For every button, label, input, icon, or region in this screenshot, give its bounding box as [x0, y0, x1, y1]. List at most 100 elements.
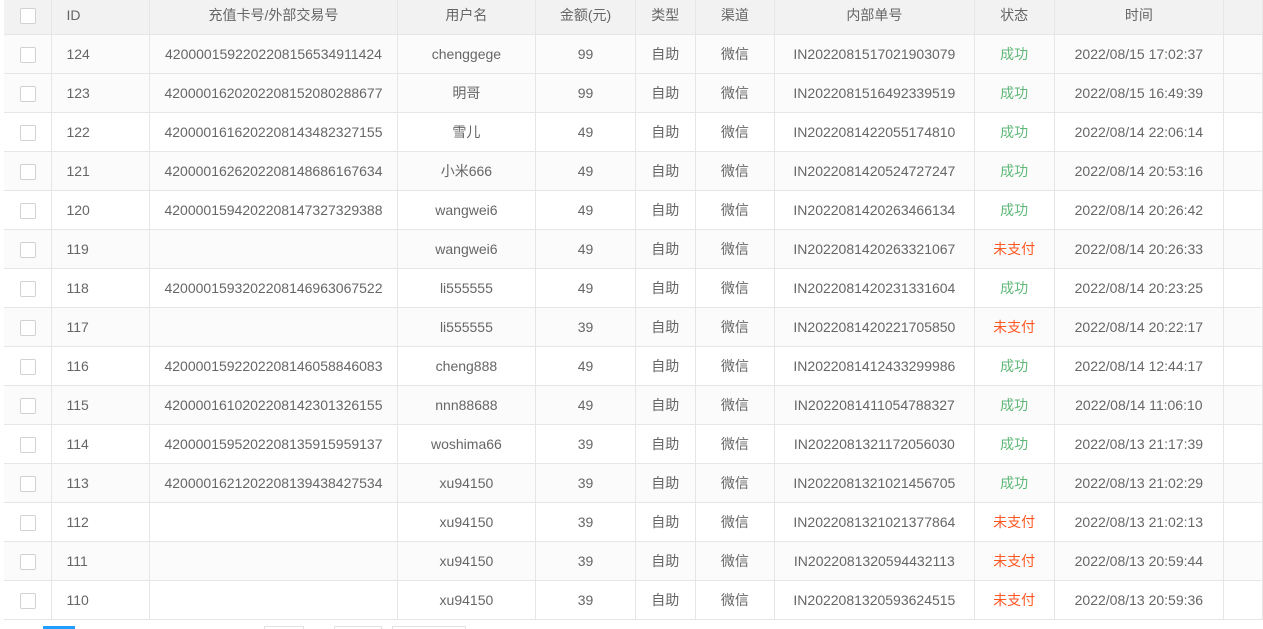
- column-header-username[interactable]: 用户名: [397, 0, 537, 35]
- cell-status: 未支付: [974, 580, 1055, 620]
- select-all-cell[interactable]: [4, 0, 53, 35]
- table-row[interactable]: 124 4200001592202208156534911424 chenggege…: [4, 34, 1263, 74]
- table-row[interactable]: 115 4200001610202208142301326155 nnn88688 4…: [4, 385, 1263, 425]
- cell-status: 成功: [974, 268, 1055, 308]
- cell-username: li555555: [397, 268, 537, 308]
- cell-time: 2022/08/13 21:02:29: [1054, 463, 1225, 503]
- row-select-cell[interactable]: [4, 151, 53, 191]
- row-select-cell[interactable]: [4, 385, 53, 425]
- row-select-cell[interactable]: [4, 502, 53, 542]
- cell-amount: 49: [535, 112, 636, 152]
- cell-id: 124: [51, 34, 151, 74]
- row-select-cell[interactable]: [4, 112, 53, 152]
- row-checkbox[interactable]: [19, 280, 36, 297]
- table-row[interactable]: 110 xu94150 39 自助 微信 IN2022081320593624515 未支付…: [4, 580, 1263, 620]
- cell-internal-order: IN2022081321021456705: [774, 463, 975, 503]
- table-row[interactable]: 122 4200001616202208143482327155 雪儿 49 自助 微信 I…: [4, 112, 1263, 152]
- cell-id: 118: [51, 268, 151, 308]
- cell-external-no: 4200001616202208143482327155: [149, 112, 398, 152]
- row-select-cell[interactable]: [4, 190, 53, 230]
- table-row[interactable]: 116 4200001592202208146058846083 cheng888 4…: [4, 346, 1263, 386]
- row-checkbox[interactable]: [19, 202, 36, 219]
- cell-amount: 39: [535, 307, 636, 347]
- row-select-cell[interactable]: [4, 424, 53, 464]
- cell-id: 117: [51, 307, 151, 347]
- row-checkbox[interactable]: [19, 358, 36, 375]
- table-row[interactable]: 113 4200001621202208139438427534 xu94150 39…: [4, 463, 1263, 503]
- cell-type: 自助: [635, 34, 696, 74]
- cell-id: 119: [51, 229, 151, 269]
- column-header-id[interactable]: ID: [51, 0, 151, 35]
- cell-extra: [1223, 346, 1263, 386]
- row-select-cell[interactable]: [4, 229, 53, 269]
- cell-extra: [1223, 580, 1263, 620]
- row-select-cell[interactable]: [4, 307, 53, 347]
- cell-type: 自助: [635, 268, 696, 308]
- cell-time: 2022/08/15 16:49:39: [1054, 73, 1225, 113]
- cell-extra: [1223, 34, 1263, 74]
- table-body: 124 4200001592202208156534911424 chenggege…: [4, 34, 1263, 620]
- row-select-cell[interactable]: [4, 346, 53, 386]
- cell-amount: 39: [535, 463, 636, 503]
- row-checkbox[interactable]: [19, 436, 36, 453]
- cell-external-no: [149, 229, 398, 269]
- row-checkbox[interactable]: [19, 163, 36, 180]
- row-checkbox[interactable]: [19, 85, 36, 102]
- row-select-cell[interactable]: [4, 463, 53, 503]
- row-select-cell[interactable]: [4, 34, 53, 74]
- recharge-records-table: ID 充值卡号/外部交易号 用户名 金额(元) 类型 渠道 内部单号 状态 时间…: [4, 0, 1263, 620]
- row-checkbox[interactable]: [19, 46, 36, 63]
- cell-external-no: 4200001593202208146963067522: [149, 268, 398, 308]
- cell-internal-order: IN2022081420231331604: [774, 268, 975, 308]
- table-row[interactable]: 112 xu94150 39 自助 微信 IN2022081321021377864 未支付…: [4, 502, 1263, 542]
- row-checkbox[interactable]: [19, 241, 36, 258]
- column-header-extra: [1223, 0, 1263, 35]
- cell-time: 2022/08/13 21:02:13: [1054, 502, 1225, 542]
- cell-username: wangwei6: [397, 229, 537, 269]
- cell-username: xu94150: [397, 580, 537, 620]
- column-header-external-no[interactable]: 充值卡号/外部交易号: [149, 0, 398, 35]
- row-checkbox[interactable]: [19, 319, 36, 336]
- cell-extra: [1223, 385, 1263, 425]
- table-row[interactable]: 114 4200001595202208135915959137 woshima66…: [4, 424, 1263, 464]
- column-header-amount[interactable]: 金额(元): [535, 0, 636, 35]
- cell-username: li555555: [397, 307, 537, 347]
- column-header-status[interactable]: 状态: [974, 0, 1055, 35]
- column-header-type[interactable]: 类型: [635, 0, 696, 35]
- row-select-cell[interactable]: [4, 541, 53, 581]
- cell-internal-order: IN2022081420263466134: [774, 190, 975, 230]
- row-select-cell[interactable]: [4, 268, 53, 308]
- cell-status: 成功: [974, 190, 1055, 230]
- cell-time: 2022/08/13 21:17:39: [1054, 424, 1225, 464]
- row-checkbox[interactable]: [19, 553, 36, 570]
- table-row[interactable]: 121 4200001626202208148686167634 小米666 49 自助…: [4, 151, 1263, 191]
- table-row[interactable]: 111 xu94150 39 自助 微信 IN2022081320594432113 未支付…: [4, 541, 1263, 581]
- cell-external-no: 4200001610202208142301326155: [149, 385, 398, 425]
- cell-id: 112: [51, 502, 151, 542]
- row-checkbox[interactable]: [19, 124, 36, 141]
- row-checkbox[interactable]: [19, 514, 36, 531]
- table-row[interactable]: 120 4200001594202208147327329388 wangwei6 4…: [4, 190, 1263, 230]
- table-row[interactable]: 118 4200001593202208146963067522 li555555 4…: [4, 268, 1263, 308]
- row-select-cell[interactable]: [4, 73, 53, 113]
- row-checkbox[interactable]: [19, 397, 36, 414]
- cell-internal-order: IN2022081321172056030: [774, 424, 975, 464]
- cell-status: 未支付: [974, 229, 1055, 269]
- column-header-channel[interactable]: 渠道: [695, 0, 776, 35]
- table-header-row: ID 充值卡号/外部交易号 用户名 金额(元) 类型 渠道 内部单号 状态 时间: [4, 0, 1263, 35]
- row-select-cell[interactable]: [4, 580, 53, 620]
- select-all-checkbox[interactable]: [19, 7, 36, 24]
- cell-extra: [1223, 424, 1263, 464]
- table-row[interactable]: 123 4200001620202208152080288677 明哥 99 自助 微信 I…: [4, 73, 1263, 113]
- table-row[interactable]: 119 wangwei6 49 自助 微信 IN2022081420263321067 未支…: [4, 229, 1263, 269]
- column-header-internal-order[interactable]: 内部单号: [774, 0, 975, 35]
- row-checkbox[interactable]: [19, 592, 36, 609]
- cell-internal-order: IN2022081516492339519: [774, 73, 975, 113]
- column-header-time[interactable]: 时间: [1054, 0, 1225, 35]
- cell-external-no: [149, 541, 398, 581]
- cell-time: 2022/08/14 20:22:17: [1054, 307, 1225, 347]
- cell-type: 自助: [635, 307, 696, 347]
- cell-time: 2022/08/14 20:26:42: [1054, 190, 1225, 230]
- row-checkbox[interactable]: [19, 475, 36, 492]
- table-row[interactable]: 117 li555555 39 自助 微信 IN2022081420221705850 未支…: [4, 307, 1263, 347]
